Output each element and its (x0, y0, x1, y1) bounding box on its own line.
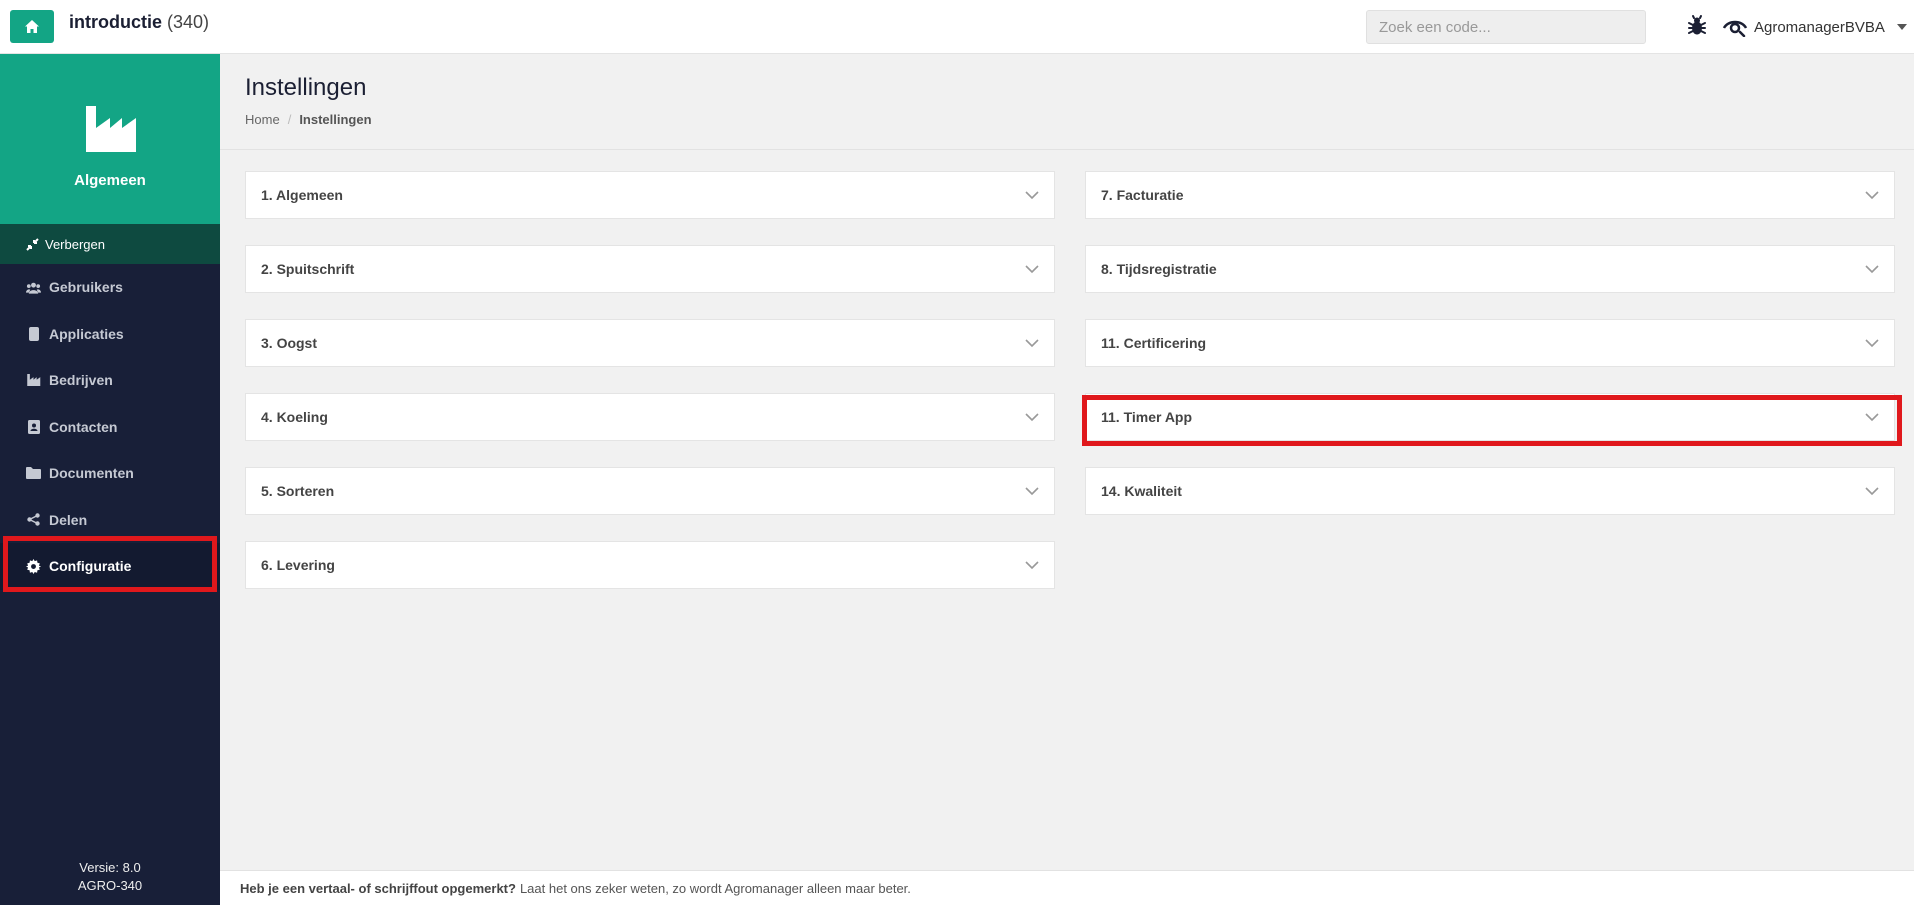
panel-title: 7. Facturatie (1101, 187, 1184, 203)
hide-sidebar-button[interactable]: Verbergen (0, 224, 220, 264)
panel-title: 2. Spuitschrift (261, 261, 355, 277)
panel-title: 6. Levering (261, 557, 335, 573)
top-bar: introductie (340) AgromanagerBVBA (0, 0, 1914, 54)
chevron-down-icon (1865, 265, 1879, 274)
bug-icon (1688, 15, 1706, 35)
share-icon (26, 512, 41, 527)
sidebar-item-bedrijven[interactable]: Bedrijven (0, 357, 220, 404)
highlight-timer-app (1082, 395, 1902, 446)
bug-report-button[interactable] (1685, 14, 1711, 40)
footer-bold: Heb je een vertaal- of schrijffout opgem… (240, 880, 516, 896)
sidebar-title: Algemeen (74, 172, 146, 189)
user-eye-icon (1722, 20, 1748, 37)
chevron-down-icon (1865, 339, 1879, 348)
settings-panel-oogst[interactable]: 3. Oogst (245, 319, 1055, 367)
chevron-down-icon (1025, 339, 1039, 348)
sidebar-item-contacten[interactable]: Contacten (0, 404, 220, 451)
settings-panel-koeling[interactable]: 4. Koeling (245, 393, 1055, 441)
mobile-icon (26, 326, 41, 341)
factory-icon (86, 106, 136, 152)
panel-title: 11. Certificering (1101, 335, 1207, 351)
breadcrumb-home[interactable]: Home (245, 112, 280, 127)
build-label: AGRO-340 (77, 878, 143, 893)
settings-panel-facturatie[interactable]: 7. Facturatie (1085, 171, 1895, 219)
breadcrumb-current: Instellingen (299, 112, 372, 127)
breadcrumb: Home / Instellingen (245, 112, 372, 127)
settings-panel-algemeen[interactable]: 1. Algemeen (245, 171, 1055, 219)
user-name: AgromanagerBVBA (1754, 18, 1885, 36)
factory-icon (26, 373, 41, 388)
panel-title: 5. Sorteren (261, 483, 335, 499)
sidebar-item-label: Gebruikers (49, 279, 123, 296)
version-label: Versie: 8.0 (79, 860, 141, 875)
sidebar-header: Algemeen (0, 54, 220, 224)
chevron-down-icon (1865, 191, 1879, 200)
settings-panel-levering[interactable]: 6. Levering (245, 541, 1055, 589)
page-header: Instellingen Home / Instellingen (220, 54, 1914, 150)
app-name: introductie (69, 12, 162, 32)
main-content: Instellingen Home / Instellingen 1. Algeme… (220, 54, 1914, 905)
footer: Heb je een vertaal- of schrijffout opgem… (220, 870, 1914, 905)
users-icon (26, 280, 41, 295)
folder-icon (26, 466, 41, 481)
app-title: introductie (340) (69, 12, 209, 33)
version-info: Versie: 8.0 AGRO-340 (0, 859, 220, 895)
home-icon (25, 20, 39, 33)
panel-title: 14. Kwaliteit (1101, 483, 1182, 499)
panel-title: 3. Oogst (261, 335, 318, 351)
sidebar-item-gebruikers[interactable]: Gebruikers (0, 264, 220, 311)
chevron-down-icon (1025, 191, 1039, 200)
settings-panel-spuitschrift[interactable]: 2. Spuitschrift (245, 245, 1055, 293)
highlight-configuratie (3, 536, 217, 592)
chevron-down-icon (1865, 487, 1879, 496)
chevron-down-icon (1025, 413, 1039, 422)
sidebar-item-label: Delen (49, 511, 88, 528)
settings-panel-kwaliteit[interactable]: 14. Kwaliteit (1085, 467, 1895, 515)
compress-icon (26, 237, 39, 251)
sidebar-item-label: Documenten (49, 465, 134, 482)
address-book-icon (26, 419, 41, 434)
app-count: (340) (167, 12, 210, 32)
sidebar-item-label: Applicaties (49, 325, 124, 342)
sidebar: Algemeen Verbergen Gebruikers Applicatie… (0, 54, 220, 905)
sidebar-item-documenten[interactable]: Documenten (0, 450, 220, 497)
chevron-down-icon (1025, 561, 1039, 570)
sidebar-item-label: Bedrijven (49, 372, 113, 389)
panel-title: 8. Tijdsregistratie (1101, 261, 1217, 277)
footer-text: Laat het ons zeker weten, zo wordt Agrom… (519, 880, 911, 896)
search-input[interactable] (1366, 10, 1646, 44)
settings-panel-sorteren[interactable]: 5. Sorteren (245, 467, 1055, 515)
home-button[interactable] (10, 10, 54, 43)
hide-label: Verbergen (45, 236, 105, 252)
user-menu[interactable]: AgromanagerBVBA (1722, 14, 1907, 40)
settings-panel-tijdsregistratie[interactable]: 8. Tijdsregistratie (1085, 245, 1895, 293)
sidebar-item-applicaties[interactable]: Applicaties (0, 311, 220, 358)
panel-title: 1. Algemeen (261, 187, 343, 203)
chevron-down-icon (1025, 487, 1039, 496)
sidebar-item-label: Contacten (49, 418, 118, 435)
page-title: Instellingen (245, 74, 367, 101)
chevron-down-icon (1025, 265, 1039, 274)
caret-down-icon (1896, 24, 1907, 30)
panel-title: 4. Koeling (261, 409, 328, 425)
settings-panel-certificering[interactable]: 11. Certificering (1085, 319, 1895, 367)
